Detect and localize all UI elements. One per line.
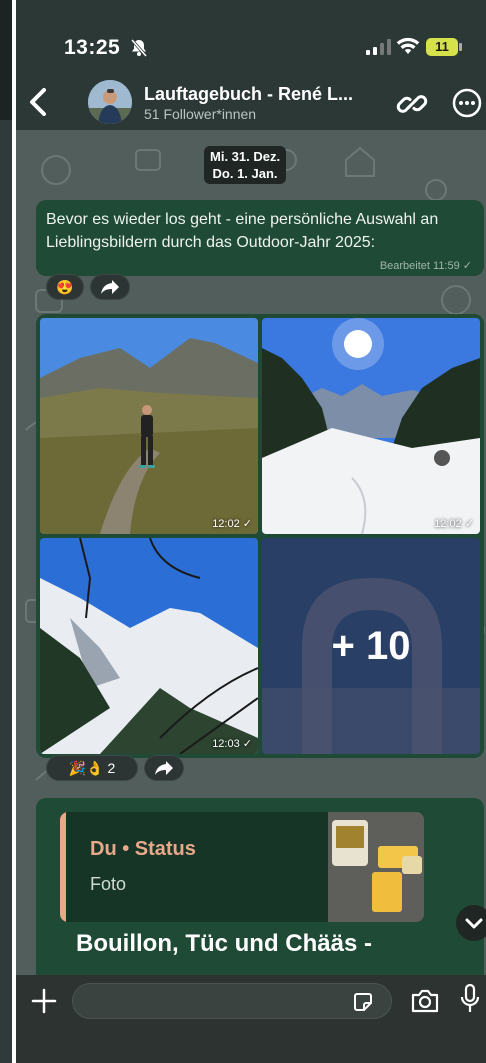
- album-photo-1[interactable]: 12:02 ✓: [40, 318, 258, 534]
- status-thumbnail: [328, 812, 424, 922]
- album-photo-3[interactable]: 12:03 ✓: [40, 538, 258, 754]
- channel-avatar[interactable]: [88, 80, 132, 124]
- forward-icon: [101, 280, 119, 294]
- wifi-icon: [396, 37, 420, 54]
- status-time: 13:25: [64, 36, 121, 59]
- date-line-2: Do. 1. Jan.: [212, 166, 278, 181]
- photo-time: 12:02 ✓: [212, 518, 252, 530]
- phone-screen: 13:25 11 Lauftagebuch - René L... 51 Fol…: [16, 0, 486, 1063]
- left-background-strip: [0, 0, 12, 1063]
- reaction-count: 2: [107, 760, 116, 776]
- camera-icon[interactable]: [410, 987, 440, 1015]
- scroll-down-button[interactable]: [456, 905, 486, 941]
- battery-indicator: 11: [426, 38, 458, 56]
- quote-type: Foto: [90, 874, 127, 894]
- back-icon[interactable]: [24, 86, 52, 118]
- message-input[interactable]: [72, 983, 392, 1019]
- more-icon[interactable]: [452, 88, 482, 118]
- sticker-icon[interactable]: [352, 991, 374, 1013]
- follower-count: 51 Follower*innen: [144, 106, 257, 122]
- chat-header: 13:25 11 Lauftagebuch - René L... 51 Fol…: [16, 0, 486, 130]
- signal-icon: [366, 39, 391, 55]
- forward-button[interactable]: [144, 755, 184, 781]
- quote-author: Du • Status: [90, 838, 196, 860]
- status-reply-bubble[interactable]: Du • Status Foto Bouillon, Tüc und Chääs…: [36, 798, 484, 975]
- photo-time: 12:02 ✓: [434, 518, 474, 530]
- status-reply-text: Bouillon, Tüc und Chääs -: [76, 930, 372, 957]
- mic-icon[interactable]: [460, 983, 480, 1015]
- forward-icon: [155, 761, 173, 775]
- reaction-pill[interactable]: 🎉👌 2: [46, 755, 138, 781]
- chat-area[interactable]: Mi. 31. Dez. Do. 1. Jan. Bevor es wieder…: [16, 130, 486, 975]
- reaction-pill[interactable]: 😍: [46, 274, 84, 300]
- quote-accent-bar: [60, 812, 66, 922]
- forward-button[interactable]: [90, 274, 130, 300]
- quoted-status[interactable]: Du • Status Foto: [60, 812, 424, 922]
- channel-name[interactable]: Lauftagebuch - René L...: [144, 84, 353, 105]
- plus-icon[interactable]: [30, 987, 58, 1015]
- album-photo-2[interactable]: 12:02 ✓: [262, 318, 480, 534]
- message-composer: [16, 975, 486, 1063]
- photo-album-bubble: 12:02 ✓ 12:02 ✓ 12:03 ✓ + 10: [36, 314, 484, 758]
- text-message-bubble[interactable]: Bevor es wieder los geht - eine persönli…: [36, 200, 484, 276]
- bell-off-icon: [130, 39, 148, 57]
- message-text: Bevor es wieder los geht - eine persönli…: [46, 211, 439, 251]
- more-photos-count: + 10: [331, 623, 411, 668]
- reaction-emojis: 🎉👌: [68, 760, 104, 776]
- album-more-photos[interactable]: + 10: [262, 538, 480, 754]
- photo-time: 12:03 ✓: [212, 738, 252, 750]
- link-icon[interactable]: [396, 88, 428, 120]
- date-line-1: Mi. 31. Dez.: [210, 149, 281, 164]
- chevron-down-icon: [465, 918, 483, 929]
- date-chip: Mi. 31. Dez. Do. 1. Jan.: [204, 146, 287, 184]
- message-meta: Bearbeitet 11:59 ✓: [379, 260, 472, 272]
